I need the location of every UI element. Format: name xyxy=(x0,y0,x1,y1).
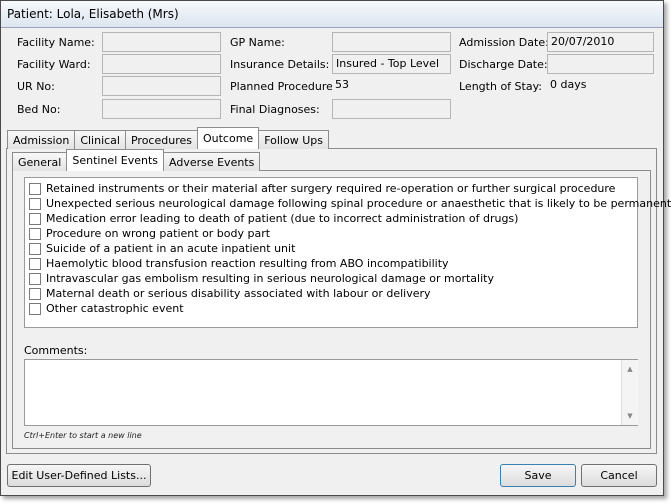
sentinel-event-label: Suicide of a patient in an acute inpatie… xyxy=(46,242,296,255)
bed-no-field[interactable] xyxy=(102,99,221,119)
title-bar: Patient: Lola, Elisabeth (Mrs) xyxy=(1,1,663,28)
comments-scrollbar[interactable]: ▲ ▼ xyxy=(621,360,638,425)
final-diagnoses-label: Final Diagnoses: xyxy=(230,103,320,116)
comments-textarea[interactable] xyxy=(24,359,638,426)
facility-name-field[interactable] xyxy=(102,32,221,52)
scroll-down-icon[interactable]: ▼ xyxy=(622,409,638,423)
subtab-general[interactable]: General xyxy=(12,152,68,171)
length-of-stay-label: Length of Stay: xyxy=(459,80,542,93)
facility-ward-label: Facility Ward: xyxy=(17,58,91,71)
subtab-adverse-events[interactable]: Adverse Events xyxy=(163,152,261,171)
checkbox[interactable] xyxy=(29,257,41,270)
checkbox[interactable] xyxy=(29,272,41,285)
sentinel-event-label: Medication error leading to death of pat… xyxy=(46,212,519,225)
admission-date-label: Admission Date: xyxy=(459,36,549,49)
window-title: Patient: Lola, Elisabeth (Mrs) xyxy=(7,7,179,21)
bed-no-label: Bed No: xyxy=(17,103,61,116)
sentinel-event-item[interactable]: Procedure on wrong patient or body part xyxy=(25,226,637,241)
planned-procedures-label: Planned Procedures: xyxy=(230,80,343,93)
sentinel-event-label: Retained instruments or their material a… xyxy=(46,182,616,195)
checkbox[interactable] xyxy=(29,227,41,240)
save-button[interactable]: Save xyxy=(500,464,576,487)
comments-hint: Ctrl+Enter to start a new line xyxy=(24,431,142,440)
planned-procedures-value: 53 xyxy=(332,76,451,96)
facility-name-label: Facility Name: xyxy=(17,36,95,49)
length-of-stay-value: 0 days xyxy=(547,76,654,96)
sentinel-event-label: Maternal death or serious disability ass… xyxy=(46,287,431,300)
checkbox[interactable] xyxy=(29,212,41,225)
ur-no-label: UR No: xyxy=(17,80,55,93)
sentinel-event-item[interactable]: Intravascular gas embolism resulting in … xyxy=(25,271,637,286)
tab-outcome[interactable]: Outcome xyxy=(196,127,260,149)
final-diagnoses-field[interactable] xyxy=(332,99,451,119)
sentinel-event-item[interactable]: Retained instruments or their material a… xyxy=(25,181,637,196)
sentinel-event-item[interactable]: Haemolytic blood transfusion reaction re… xyxy=(25,256,637,271)
checkbox[interactable] xyxy=(29,182,41,195)
ur-no-field[interactable] xyxy=(102,76,221,96)
sub-tab-strip: General Sentinel Events Adverse Events xyxy=(12,149,261,171)
sentinel-event-label: Haemolytic blood transfusion reaction re… xyxy=(46,257,449,270)
discharge-date-field[interactable] xyxy=(547,54,654,74)
comments-label: Comments: xyxy=(24,344,88,357)
sentinel-event-item[interactable]: Suicide of a patient in an acute inpatie… xyxy=(25,241,637,256)
sentinel-event-item[interactable]: Unexpected serious neurological damage f… xyxy=(25,196,671,211)
sentinel-event-label: Other catastrophic event xyxy=(46,302,184,315)
sentinel-event-item[interactable]: Other catastrophic event xyxy=(25,301,637,316)
sentinel-events-list: Retained instruments or their material a… xyxy=(24,177,671,328)
tab-procedures[interactable]: Procedures xyxy=(124,130,198,149)
checkbox[interactable] xyxy=(29,197,41,210)
tab-follow-ups[interactable]: Follow Ups xyxy=(258,130,329,149)
admission-date-field[interactable]: 20/07/2010 xyxy=(547,32,654,52)
gp-name-field[interactable] xyxy=(332,32,451,52)
sentinel-event-item[interactable]: Medication error leading to death of pat… xyxy=(25,211,637,226)
cancel-button[interactable]: Cancel xyxy=(581,464,657,487)
sentinel-event-item[interactable]: Maternal death or serious disability ass… xyxy=(25,286,637,301)
insurance-details-field[interactable]: Insured - Top Level xyxy=(332,54,451,74)
edit-user-defined-lists-button[interactable]: Edit User-Defined Lists... xyxy=(7,464,151,487)
scroll-up-icon[interactable]: ▲ xyxy=(622,362,638,376)
discharge-date-label: Discharge Date: xyxy=(459,58,548,71)
subtab-sentinel-events[interactable]: Sentinel Events xyxy=(66,149,164,171)
checkbox[interactable] xyxy=(29,287,41,300)
main-tab-strip: Admission Clinical Procedures Outcome Follow… xyxy=(7,127,329,149)
sentinel-event-label: Unexpected serious neurological damage f… xyxy=(46,197,671,210)
sentinel-event-label: Procedure on wrong patient or body part xyxy=(46,227,271,240)
tab-clinical[interactable]: Clinical xyxy=(74,130,126,149)
checkbox[interactable] xyxy=(29,302,41,315)
gp-name-label: GP Name: xyxy=(230,36,285,49)
insurance-details-label: Insurance Details: xyxy=(230,58,330,71)
sentinel-event-label: Intravascular gas embolism resulting in … xyxy=(46,272,494,285)
checkbox[interactable] xyxy=(29,242,41,255)
facility-ward-field[interactable] xyxy=(102,54,221,74)
tab-admission[interactable]: Admission xyxy=(7,130,76,149)
